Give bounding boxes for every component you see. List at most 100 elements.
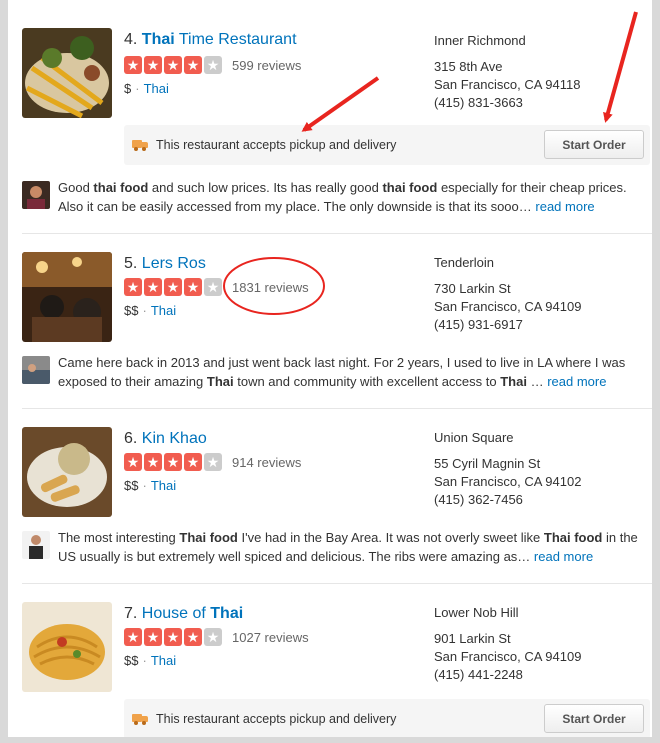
category-link[interactable]: Thai (151, 653, 176, 668)
separator-dot: · (142, 303, 147, 318)
restaurant-title: 5. Lers Ros (124, 255, 206, 273)
restaurant-photo[interactable] (22, 252, 112, 342)
reviewer-avatar[interactable] (22, 531, 50, 559)
snippet-text: The most interesting Thai food I've had … (58, 528, 652, 566)
star-icon: ★ (204, 453, 222, 471)
star-icon: ★ (204, 56, 222, 74)
neighborhood: Lower Nob Hill (434, 605, 519, 620)
star-icon: ★ (204, 278, 222, 296)
price-range: $$ (124, 478, 139, 493)
snippet-fragment: and such low prices. Its has really good (148, 180, 383, 195)
city-state-zip: San Francisco, CA 94109 (434, 299, 582, 314)
phone-number: (415) 441-2248 (434, 667, 523, 682)
star-icon: ★ (144, 278, 162, 296)
restaurant-name-link[interactable]: House of Thai (142, 605, 243, 622)
reviewer-avatar[interactable] (22, 181, 50, 209)
delivery-banner: This restaurant accepts pickup and deliv… (124, 125, 650, 165)
arrow-to-start-order (603, 11, 638, 123)
neighborhood: Union Square (434, 430, 514, 445)
truck-icon (132, 713, 148, 725)
snippet-fragment: Good (58, 180, 94, 195)
restaurant-title: 7. House of Thai (124, 605, 243, 623)
star-rating: ★ ★ ★ ★ ★ (124, 278, 222, 296)
star-icon: ★ (144, 453, 162, 471)
review-count[interactable]: 1027 reviews (232, 630, 309, 645)
read-more-link[interactable]: read more (547, 374, 606, 389)
review-count[interactable]: 914 reviews (232, 455, 301, 470)
divider (22, 408, 652, 409)
snippet-fragment: … (526, 374, 548, 389)
price-range: $ (124, 81, 132, 96)
star-icon: ★ (164, 56, 182, 74)
snippet-highlight: Thai food (179, 530, 238, 545)
delivery-banner: This restaurant accepts pickup and deliv… (124, 699, 650, 737)
snippet-highlight: thai food (93, 180, 149, 195)
reviewer-avatar[interactable] (22, 356, 50, 384)
arrow-to-banner (301, 76, 380, 132)
restaurant-title: 4. Thai Time Restaurant (124, 31, 297, 49)
street-address: 730 Larkin St (434, 281, 511, 296)
separator-dot: · (135, 81, 140, 96)
name-text: Time Restaurant (174, 31, 297, 48)
start-order-button[interactable]: Start Order (544, 130, 644, 159)
price-range: $$ (124, 303, 139, 318)
result-number: 4. (124, 31, 138, 48)
phone-number: (415) 831-3663 (434, 95, 523, 110)
category-link[interactable]: Thai (151, 478, 176, 493)
result-number: 7. (124, 605, 138, 622)
restaurant-photo[interactable] (22, 602, 112, 692)
banner-text: This restaurant accepts pickup and deliv… (156, 712, 397, 726)
neighborhood: Inner Richmond (434, 33, 526, 48)
restaurant-name-link[interactable]: Lers Ros (142, 255, 206, 272)
category-link[interactable]: Thai (144, 81, 169, 96)
snippet-text: Came here back in 2013 and just went bac… (58, 353, 652, 391)
city-state-zip: San Francisco, CA 94118 (434, 77, 581, 92)
snippet-highlight: thai food (382, 180, 438, 195)
read-more-link[interactable]: read more (535, 199, 594, 214)
street-address: 901 Larkin St (434, 631, 511, 646)
phone-number: (415) 362-7456 (434, 492, 523, 507)
star-icon: ★ (124, 453, 142, 471)
snippet-highlight: Thai (206, 374, 234, 389)
search-results-frame: 4. Thai Time Restaurant ★ ★ ★ ★ ★ 599 re… (0, 0, 660, 743)
star-icon: ★ (164, 628, 182, 646)
price-category: $$ · Thai (124, 653, 176, 668)
star-icon: ★ (124, 278, 142, 296)
start-order-button[interactable]: Start Order (544, 704, 644, 733)
restaurant-name-link[interactable]: Kin Khao (142, 430, 207, 447)
star-icon: ★ (124, 56, 142, 74)
category-link[interactable]: Thai (151, 303, 176, 318)
street-address: 55 Cyril Magnin St (434, 456, 541, 471)
restaurant-photo[interactable] (22, 427, 112, 517)
name-highlight: Thai (210, 605, 244, 622)
star-rating: ★ ★ ★ ★ ★ (124, 453, 222, 471)
restaurant-photo[interactable] (22, 28, 112, 118)
street-address: 315 8th Ave (434, 59, 503, 74)
star-rating: ★ ★ ★ ★ ★ (124, 56, 222, 74)
star-icon: ★ (164, 278, 182, 296)
review-count[interactable]: 1831 reviews (232, 280, 309, 295)
address-block: Inner Richmond 315 8th Ave San Francisco… (434, 32, 580, 112)
star-icon: ★ (164, 453, 182, 471)
price-range: $$ (124, 653, 139, 668)
separator-dot: · (142, 478, 147, 493)
separator-dot: · (142, 653, 147, 668)
star-icon: ★ (184, 628, 202, 646)
star-icon: ★ (184, 453, 202, 471)
star-icon: ★ (184, 56, 202, 74)
snippet-highlight: Thai food (543, 530, 603, 545)
city-state-zip: San Francisco, CA 94102 (434, 474, 582, 489)
price-category: $$ · Thai (124, 303, 176, 318)
address-block: Lower Nob Hill 901 Larkin St San Francis… (434, 604, 581, 684)
review-count[interactable]: 599 reviews (232, 58, 301, 73)
neighborhood: Tenderloin (434, 255, 494, 270)
address-block: Union Square 55 Cyril Magnin St San Fran… (434, 429, 581, 509)
snippet-fragment: The most interesting (58, 530, 180, 545)
address-block: Tenderloin 730 Larkin St San Francisco, … (434, 254, 581, 334)
restaurant-title: 6. Kin Khao (124, 430, 207, 448)
result-number: 6. (124, 430, 138, 447)
restaurant-name-link[interactable]: Thai Time Restaurant (142, 31, 297, 48)
snippet-highlight: Thai (500, 374, 527, 389)
price-category: $ · Thai (124, 81, 169, 96)
read-more-link[interactable]: read more (534, 549, 593, 564)
